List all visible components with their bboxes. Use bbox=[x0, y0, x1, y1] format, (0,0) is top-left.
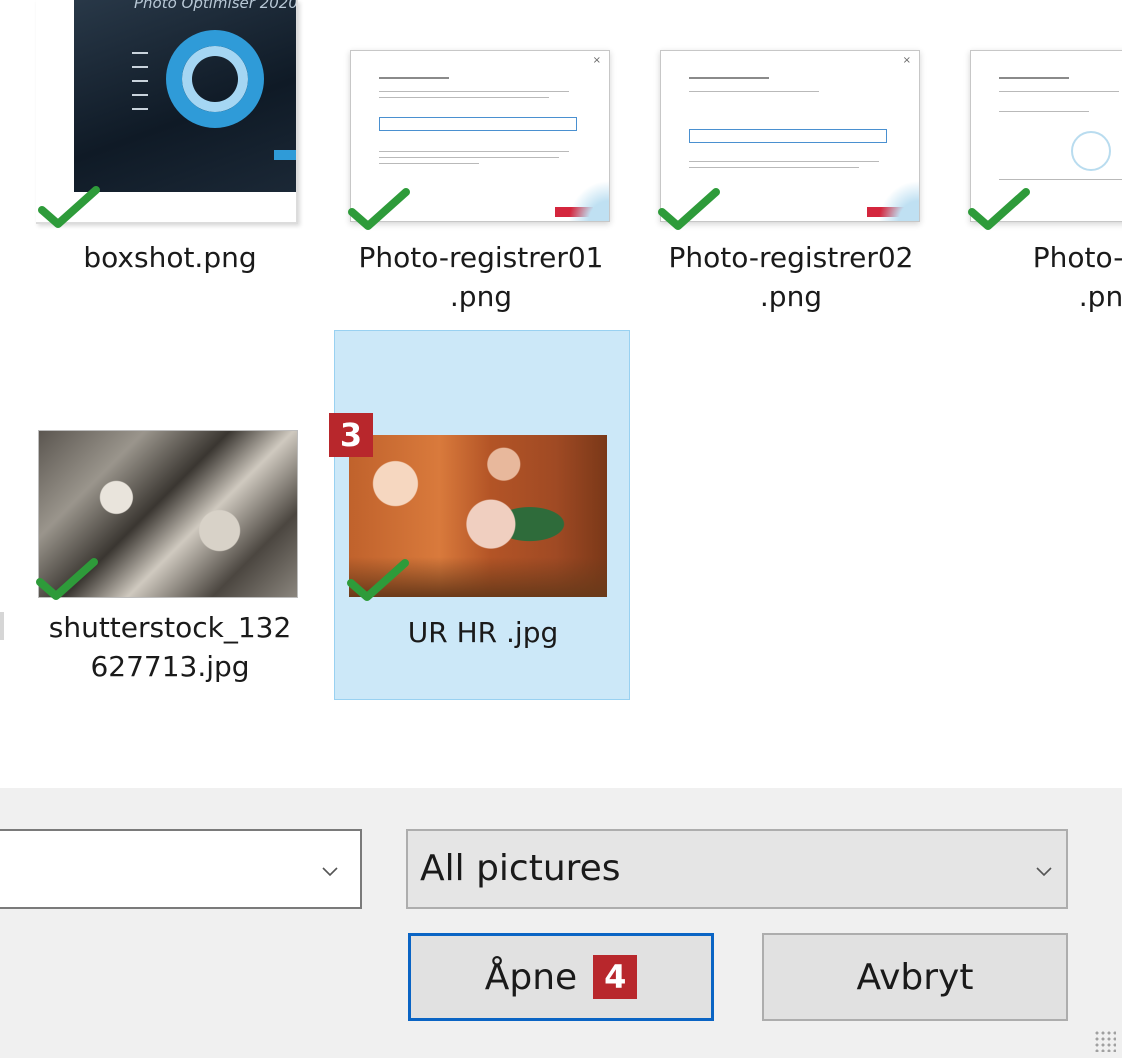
file-item-shutterstock[interactable]: shutterstock_132 627713.jpg bbox=[20, 330, 316, 700]
checkmark-icon bbox=[36, 558, 98, 600]
file-name: shutterstock_132 627713.jpg bbox=[48, 611, 292, 683]
product-box-image: Photo Optimiser 2020 bbox=[74, 0, 296, 192]
file-name: Photo-reg .pn bbox=[1032, 241, 1122, 313]
step-badge-3: 3 bbox=[329, 413, 373, 457]
file-item-ur-hr[interactable]: 3 UR HR .jpg bbox=[329, 330, 630, 700]
file-list: Photo Optimiser 2020 boxshot.png × Photo… bbox=[0, 0, 1122, 788]
dialog-footer: All pictures Åpne 4 Avbryt bbox=[0, 788, 1122, 1058]
cancel-button[interactable]: Avbryt bbox=[762, 933, 1068, 1021]
product-box-brand: Photo Optimiser 2020 bbox=[134, 0, 298, 12]
file-item-photo-registrer03[interactable]: Photo-reg .pn bbox=[956, 0, 1122, 320]
resize-grip-icon[interactable] bbox=[1094, 1030, 1116, 1052]
open-button-label: Åpne bbox=[484, 956, 578, 998]
file-item-photo-registrer01[interactable]: × Photo-registrer01 .png bbox=[336, 0, 626, 320]
filename-combobox[interactable] bbox=[0, 829, 362, 909]
file-name: boxshot.png bbox=[83, 241, 257, 274]
file-type-select[interactable]: All pictures bbox=[406, 829, 1068, 909]
checkmark-icon bbox=[658, 188, 720, 230]
file-name: Photo-registrer01 .png bbox=[358, 241, 604, 313]
file-name: Photo-registrer02 .png bbox=[668, 241, 914, 313]
checkmark-icon bbox=[347, 559, 409, 601]
product-logo bbox=[166, 30, 264, 128]
file-item-boxshot[interactable]: Photo Optimiser 2020 boxshot.png bbox=[0, 0, 310, 320]
checkmark-icon bbox=[348, 188, 410, 230]
chevron-down-icon[interactable] bbox=[320, 861, 340, 881]
open-button[interactable]: Åpne 4 bbox=[408, 933, 714, 1021]
chevron-down-icon[interactable] bbox=[1034, 861, 1054, 881]
file-item-photo-registrer02[interactable]: × Photo-registrer02 .png bbox=[646, 0, 936, 320]
checkmark-icon bbox=[38, 186, 100, 228]
file-type-value: All pictures bbox=[420, 848, 621, 889]
file-name: UR HR .jpg bbox=[407, 616, 559, 649]
cancel-button-label: Avbryt bbox=[856, 956, 974, 998]
scroll-edge bbox=[0, 612, 4, 640]
step-badge-4: 4 bbox=[593, 955, 638, 999]
checkmark-icon bbox=[968, 188, 1030, 230]
